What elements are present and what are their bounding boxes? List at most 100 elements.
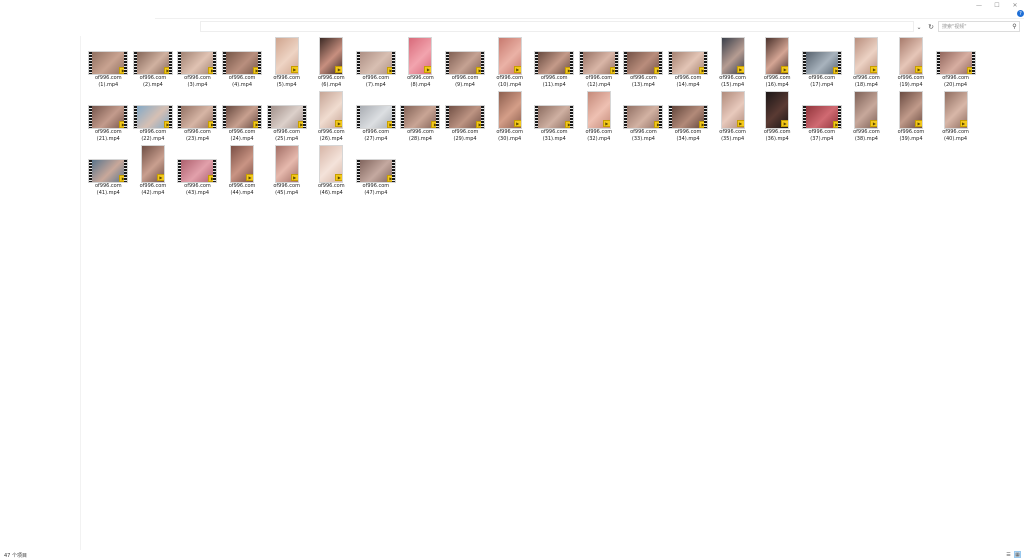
video-file-icon: ▶ [119, 67, 128, 74]
close-button[interactable]: ✕ [1006, 0, 1024, 10]
file-name: of996.com (13).mp4 [621, 75, 665, 88]
thumbnail-view-icon[interactable]: ▦ [1014, 551, 1021, 558]
file-name: of996.com (19).mp4 [889, 75, 933, 88]
file-name-line2: (46).mp4 [319, 189, 343, 196]
file-name: of996.com (12).mp4 [577, 75, 621, 88]
view-switcher: ☰ ▦ [1005, 551, 1021, 558]
file-item[interactable]: ▶ of996.com (29).mp4 [443, 90, 488, 144]
file-item[interactable]: ▶ of996.com (22).mp4 [131, 90, 176, 144]
file-item[interactable]: ▶ of996.com (7).mp4 [354, 36, 399, 90]
file-item[interactable]: ▶ of996.com (39).mp4 [889, 90, 934, 144]
thumbnail-frame: ▶ [175, 144, 219, 182]
video-file-icon: ▶ [163, 67, 172, 74]
file-item[interactable]: ▶ of996.com (24).mp4 [220, 90, 265, 144]
video-thumbnail: ▶ [223, 106, 262, 128]
file-name-line2: (1).mp4 [98, 81, 119, 88]
thumbnail-frame: ▶ [666, 36, 710, 74]
file-item[interactable]: ▶ of996.com (38).mp4 [844, 90, 889, 144]
minimize-button[interactable]: — [970, 0, 988, 10]
file-name: of996.com (22).mp4 [131, 129, 175, 142]
thumbnail-frame: ▶ [443, 36, 487, 74]
file-item[interactable]: ▶ of996.com (16).mp4 [755, 36, 800, 90]
file-item[interactable]: ▶ of996.com (9).mp4 [443, 36, 488, 90]
help-icon[interactable]: ? [1017, 10, 1024, 17]
search-input[interactable] [939, 22, 1010, 31]
thumbnail-frame: ▶ [621, 36, 665, 74]
video-thumbnail: ▶ [178, 52, 217, 74]
video-file-icon: ▶ [335, 66, 343, 73]
file-name-line2: (23).mp4 [185, 135, 210, 142]
file-name-line2: (12).mp4 [587, 81, 611, 88]
file-item[interactable]: ▶ of996.com (14).mp4 [666, 36, 711, 90]
file-item[interactable]: ▶ of996.com (31).mp4 [532, 90, 577, 144]
file-item[interactable]: ▶ of996.com (13).mp4 [621, 36, 666, 90]
file-item[interactable]: ▶ of996.com (10).mp4 [487, 36, 532, 90]
file-item[interactable]: ▶ of996.com (20).mp4 [933, 36, 978, 90]
thumbnail-frame: ▶ [309, 36, 353, 74]
file-item[interactable]: ▶ of996.com (34).mp4 [666, 90, 711, 144]
video-thumbnail: ▶ [579, 52, 618, 74]
file-item[interactable]: ▶ of996.com (43).mp4 [175, 144, 220, 198]
file-name-line2: (14).mp4 [676, 81, 700, 88]
file-item[interactable]: ▶ of996.com (25).mp4 [264, 90, 309, 144]
file-item[interactable]: ▶ of996.com (6).mp4 [309, 36, 354, 90]
file-item[interactable]: ▶ of996.com (1).mp4 [86, 36, 131, 90]
file-name: of996.com (11).mp4 [532, 75, 576, 88]
file-item[interactable]: ▶ of996.com (41).mp4 [86, 144, 131, 198]
file-item[interactable]: ▶ of996.com (3).mp4 [175, 36, 220, 90]
address-row: ⌄ ↻ ⚲ [0, 20, 1024, 33]
file-item[interactable]: ▶ of996.com (2).mp4 [131, 36, 176, 90]
file-item[interactable]: ▶ of996.com (35).mp4 [710, 90, 755, 144]
video-thumbnail: ▶ [721, 38, 744, 74]
video-file-icon: ▶ [736, 66, 744, 73]
thumbnail-frame: ▶ [220, 90, 264, 128]
file-item[interactable]: ▶ of996.com (36).mp4 [755, 90, 800, 144]
file-name: of996.com (46).mp4 [309, 183, 353, 196]
search-icon[interactable]: ⚲ [1010, 23, 1019, 30]
file-item[interactable]: ▶ of996.com (33).mp4 [621, 90, 666, 144]
file-item[interactable]: ▶ of996.com (32).mp4 [577, 90, 622, 144]
file-item[interactable]: ▶ of996.com (40).mp4 [933, 90, 978, 144]
address-bar[interactable] [200, 21, 914, 32]
video-thumbnail: ▶ [178, 106, 217, 128]
file-item[interactable]: ▶ of996.com (27).mp4 [354, 90, 399, 144]
file-item[interactable]: ▶ of996.com (11).mp4 [532, 36, 577, 90]
file-item[interactable]: ▶ of996.com (46).mp4 [309, 144, 354, 198]
thumbnail-frame: ▶ [309, 90, 353, 128]
file-name-line2: (27).mp4 [364, 135, 388, 142]
video-thumbnail: ▶ [535, 52, 574, 74]
details-view-icon[interactable]: ☰ [1005, 551, 1012, 558]
file-item[interactable]: ▶ of996.com (18).mp4 [844, 36, 889, 90]
file-name-line2: (10).mp4 [498, 81, 522, 88]
file-name-line2: (33).mp4 [631, 135, 655, 142]
file-item[interactable]: ▶ of996.com (30).mp4 [487, 90, 532, 144]
file-item[interactable]: ▶ of996.com (47).mp4 [354, 144, 399, 198]
file-name: of996.com (9).mp4 [443, 75, 487, 88]
file-item[interactable]: ▶ of996.com (17).mp4 [800, 36, 845, 90]
file-item[interactable]: ▶ of996.com (23).mp4 [175, 90, 220, 144]
navigation-pane[interactable] [0, 36, 81, 550]
file-item[interactable]: ▶ of996.com (19).mp4 [889, 36, 934, 90]
file-item[interactable]: ▶ of996.com (4).mp4 [220, 36, 265, 90]
file-name: of996.com (35).mp4 [711, 129, 755, 142]
file-item[interactable]: ▶ of996.com (44).mp4 [220, 144, 265, 198]
file-item[interactable]: ▶ of996.com (45).mp4 [264, 144, 309, 198]
file-item[interactable]: ▶ of996.com (8).mp4 [398, 36, 443, 90]
maximize-button[interactable]: ☐ [988, 0, 1006, 10]
file-item[interactable]: ▶ of996.com (12).mp4 [577, 36, 622, 90]
file-item[interactable]: ▶ of996.com (37).mp4 [800, 90, 845, 144]
search-box[interactable]: ⚲ [938, 21, 1020, 32]
file-item[interactable]: ▶ of996.com (21).mp4 [86, 90, 131, 144]
file-item[interactable]: ▶ of996.com (5).mp4 [264, 36, 309, 90]
chevron-down-icon[interactable]: ⌄ [914, 22, 924, 32]
file-item[interactable]: ▶ of996.com (15).mp4 [710, 36, 755, 90]
file-name: of996.com (28).mp4 [398, 129, 442, 142]
file-item[interactable]: ▶ of996.com (26).mp4 [309, 90, 354, 144]
file-item[interactable]: ▶ of996.com (28).mp4 [398, 90, 443, 144]
file-item[interactable]: ▶ of996.com (42).mp4 [131, 144, 176, 198]
refresh-icon[interactable]: ↻ [926, 22, 936, 32]
video-file-icon: ▶ [513, 120, 521, 127]
window-controls: — ☐ ✕ [970, 0, 1024, 10]
file-name: of996.com (36).mp4 [755, 129, 799, 142]
file-name-line2: (36).mp4 [765, 135, 789, 142]
